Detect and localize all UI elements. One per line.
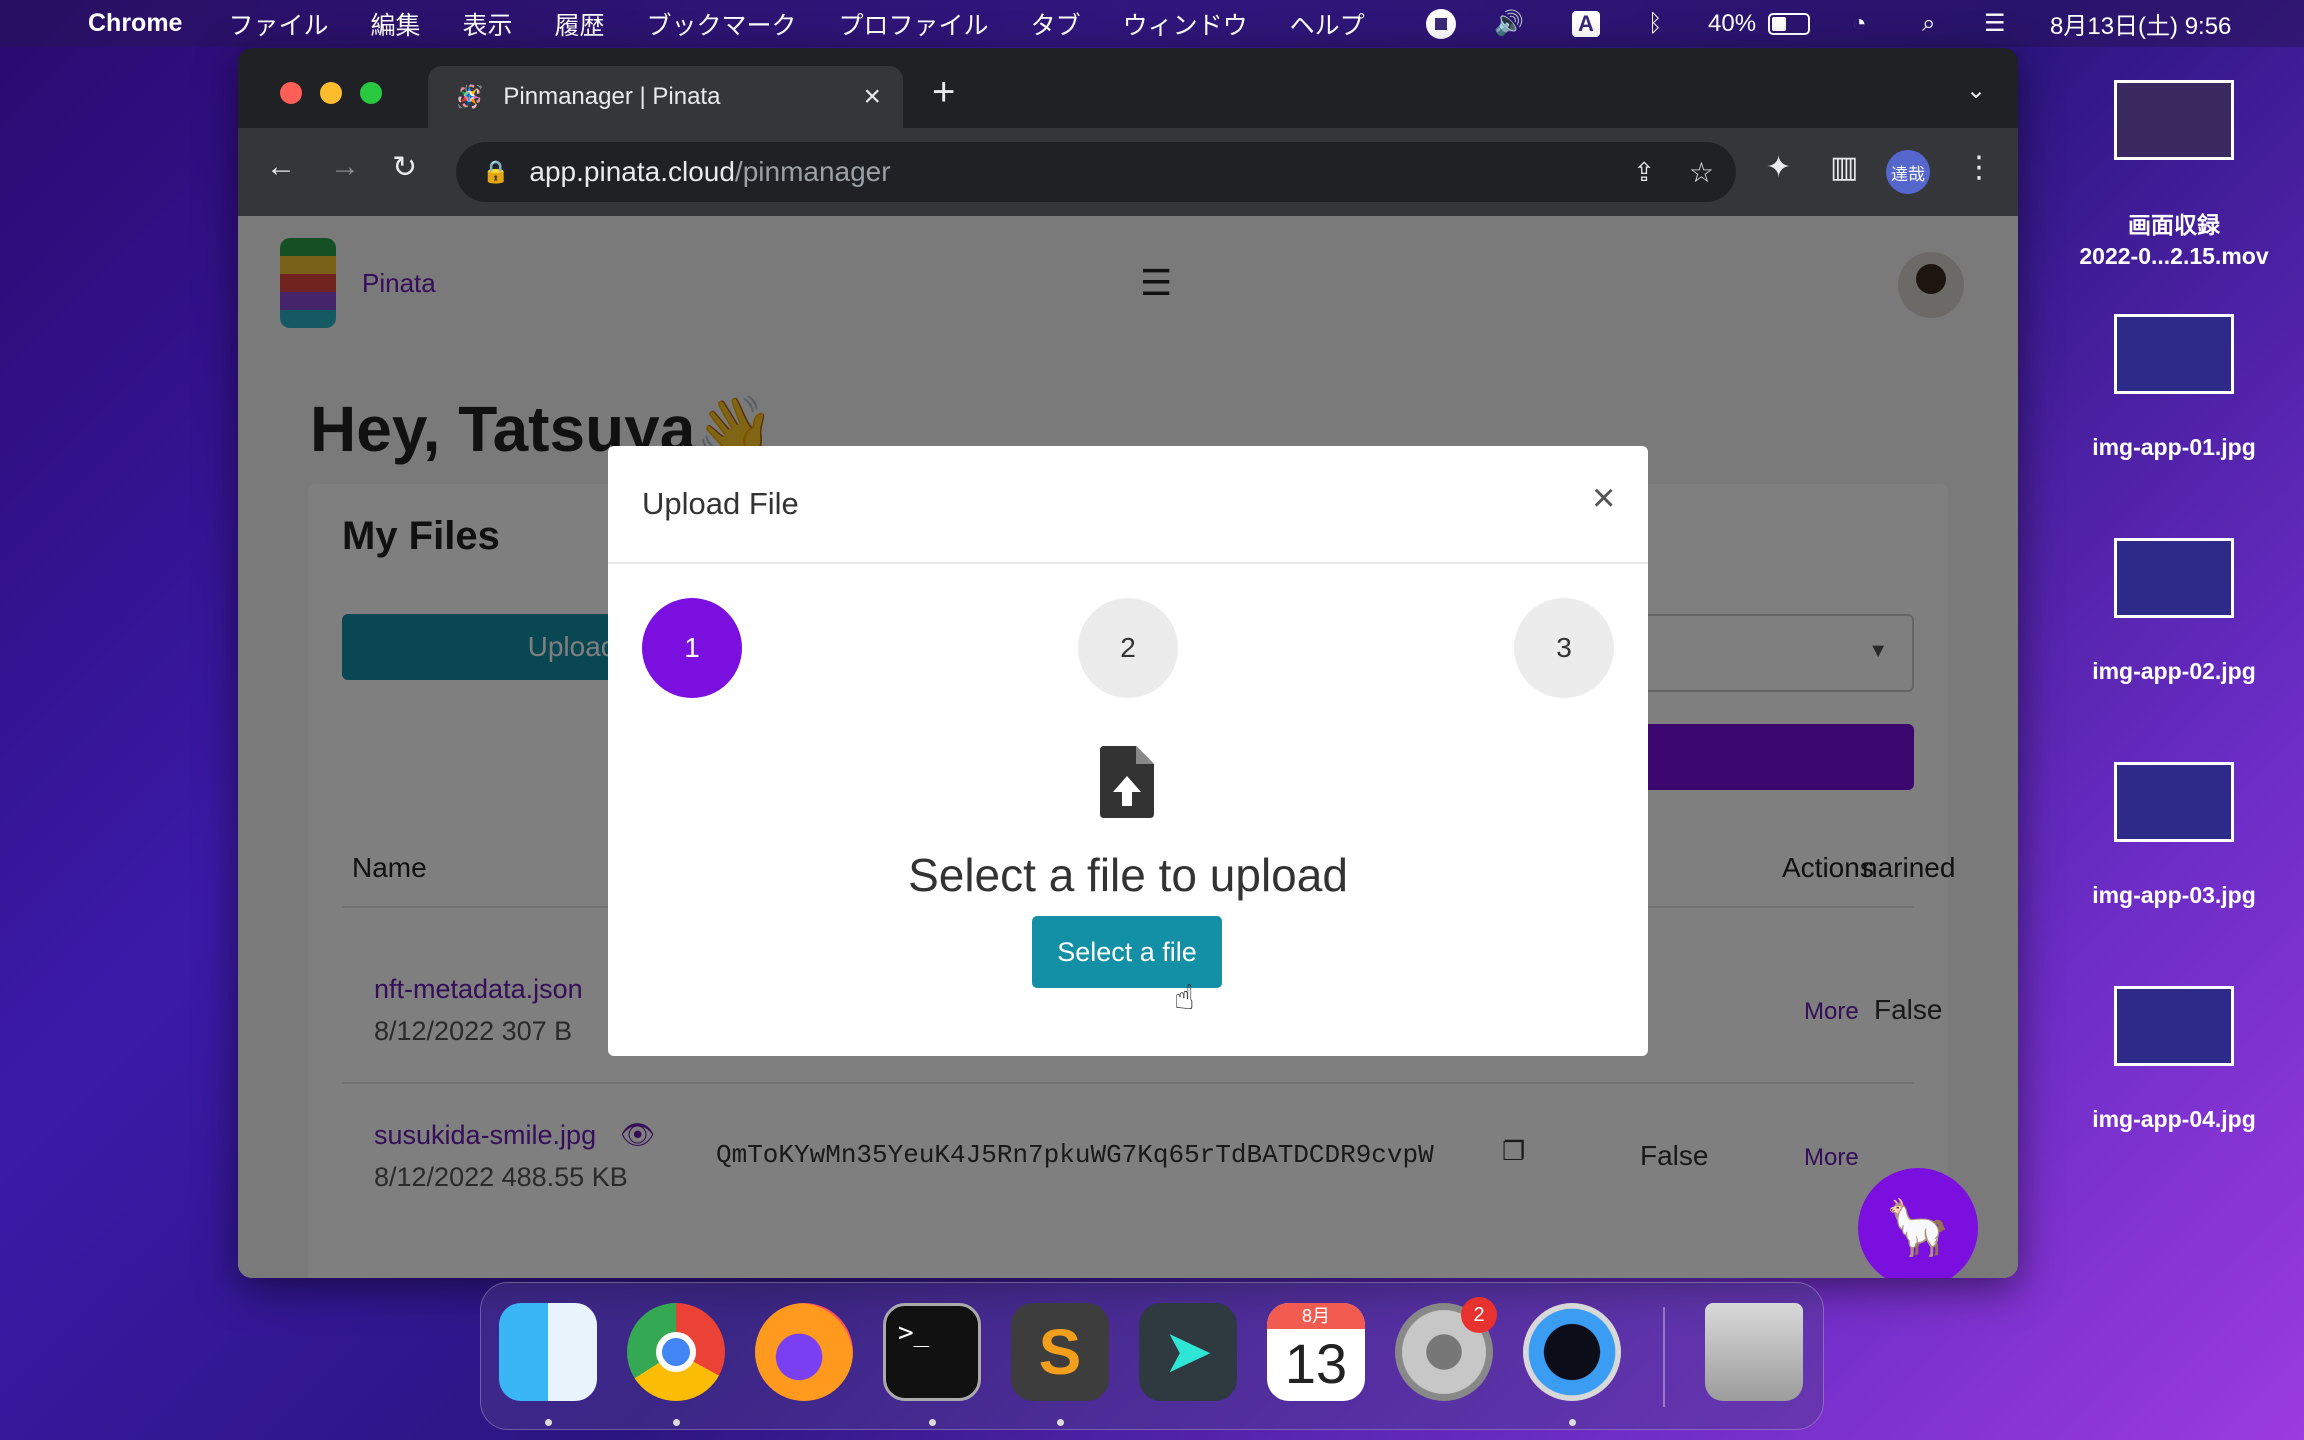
menu-file[interactable]: ファイル — [228, 6, 328, 42]
menu-window[interactable]: ウィンドウ — [1123, 6, 1248, 42]
desktop-file-label-01[interactable]: img-app-01.jpg — [2054, 434, 2294, 461]
desktop-file-label-04[interactable]: img-app-04.jpg — [2054, 1106, 2294, 1133]
chrome-menu-icon[interactable]: ⋮ — [1964, 150, 1994, 185]
modal-title: Upload File — [642, 486, 799, 521]
trash-icon[interactable] — [1705, 1303, 1803, 1401]
profile-avatar[interactable]: 達哉 — [1886, 150, 1930, 194]
desktop-file-thumbnail-04[interactable] — [2114, 986, 2234, 1066]
upload-file-modal: Upload File × 1 2 3 Select a file to upl… — [608, 446, 1648, 1056]
share-icon[interactable]: ⇪ — [1633, 157, 1655, 188]
bookmark-star-icon[interactable]: ☆ — [1689, 156, 1714, 189]
finder-icon[interactable] — [499, 1303, 597, 1401]
screen-record-icon[interactable] — [1426, 0, 1456, 47]
menu-help[interactable]: ヘルプ — [1290, 6, 1365, 42]
desktop-file-label-03[interactable]: img-app-03.jpg — [2054, 882, 2294, 909]
url-domain: app.pinata.cloud — [529, 156, 735, 187]
dock-divider — [1663, 1307, 1665, 1407]
calendar-icon[interactable]: 8月 13 — [1267, 1303, 1365, 1401]
modal-header-divider — [608, 562, 1648, 564]
desktop-file-thumbnail-01[interactable] — [2114, 314, 2234, 394]
quicktime-running-dot — [1569, 1419, 1576, 1426]
side-panel-icon[interactable]: ▥ — [1830, 150, 1858, 185]
minimize-window-button[interactable] — [320, 82, 342, 104]
step-indicator-2: 2 — [1078, 598, 1178, 698]
desktop-file-thumbnail-03[interactable] — [2114, 762, 2234, 842]
new-tab-icon[interactable]: + — [932, 70, 955, 115]
menu-clock[interactable]: 8月13日(土) 9:56 — [2050, 0, 2231, 47]
finder-running-dot — [545, 1419, 552, 1426]
firefox-icon[interactable] — [755, 1303, 853, 1401]
tab-close-icon[interactable]: × — [863, 80, 881, 114]
terminal-running-dot — [929, 1419, 936, 1426]
menu-edit[interactable]: 編集 — [370, 6, 420, 42]
file-upload-icon — [1100, 746, 1154, 818]
prompt-app-icon[interactable]: ➤ — [1139, 1303, 1237, 1401]
browser-toolbar: ← → ↻ 🔒 app.pinata.cloud/pinmanager ⇪ ☆ … — [238, 128, 2018, 216]
battery-percent: 40% — [1708, 9, 1757, 37]
chrome-icon[interactable] — [627, 1303, 725, 1401]
pinata-favicon: 🪅 — [456, 84, 484, 109]
menu-history[interactable]: 履歴 — [555, 6, 605, 42]
volume-icon[interactable]: 🔊 — [1494, 0, 1524, 47]
chrome-running-dot — [673, 1419, 680, 1426]
upload-prompt: Select a file to upload — [908, 849, 1348, 901]
tab-title: Pinmanager | Pinata — [503, 83, 721, 110]
calendar-day: 13 — [1284, 1332, 1348, 1395]
llama-icon: 🦙 — [1884, 1197, 1952, 1258]
desktop-file-label-mov[interactable]: 画面収録 2022-0...2.15.mov — [2054, 210, 2294, 272]
notification-badge: 2 — [1461, 1297, 1497, 1333]
step-indicator-1: 1 — [642, 598, 742, 698]
close-window-button[interactable] — [280, 82, 302, 104]
dock: >_ S ➤ 8月 13 2 — [480, 1282, 1824, 1430]
control-center-icon[interactable]: ☰ — [1984, 0, 2006, 47]
extensions-icon[interactable]: ✦ — [1766, 150, 1791, 185]
zoom-window-button[interactable] — [360, 82, 382, 104]
url-path: /pinmanager — [734, 156, 891, 187]
address-bar[interactable]: 🔒 app.pinata.cloud/pinmanager ⇪ ☆ — [456, 142, 1736, 202]
quicktime-icon[interactable] — [1523, 1303, 1621, 1401]
wifi-icon[interactable]: ◔ — [1852, 0, 1867, 47]
sublime-text-icon[interactable]: S — [1011, 1303, 1109, 1401]
lock-icon: 🔒 — [482, 159, 510, 184]
menu-bar: Chrome ファイル 編集 表示 履歴 ブックマーク プロファイル タブ ウィ… — [0, 0, 2304, 47]
forward-icon[interactable]: → — [330, 150, 360, 184]
desktop-file-thumbnail-02[interactable] — [2114, 538, 2234, 618]
browser-tab[interactable]: 🪅 Pinmanager | Pinata × — [428, 66, 903, 128]
menu-tab[interactable]: タブ — [1031, 6, 1081, 42]
input-source-label: A — [1572, 10, 1600, 37]
desktop-file-label-02[interactable]: img-app-02.jpg — [2054, 658, 2294, 685]
desktop-file-thumbnail-mov[interactable] — [2114, 80, 2234, 160]
calendar-month: 8月 — [1267, 1303, 1365, 1329]
pinata-chat-fab[interactable]: 🦙 — [1858, 1168, 1978, 1278]
terminal-icon[interactable]: >_ — [883, 1303, 981, 1401]
reload-icon[interactable]: ↻ — [392, 150, 417, 185]
spotlight-search-icon[interactable]: ⌕ — [1922, 0, 1935, 47]
browser-window: 🪅 Pinmanager | Pinata × + ⌄ ← → ↻ 🔒 app.… — [238, 48, 2018, 1278]
back-icon[interactable]: ← — [266, 150, 296, 184]
select-file-button-label: Select a file — [1057, 936, 1197, 967]
menu-view[interactable]: 表示 — [463, 6, 513, 42]
tab-search-chevron-icon[interactable]: ⌄ — [1966, 76, 1986, 105]
modal-close-icon[interactable]: × — [1592, 476, 1615, 521]
battery-icon[interactable] — [1768, 0, 1810, 47]
step-indicator-3: 3 — [1514, 598, 1614, 698]
bluetooth-icon[interactable]: ᛒ — [1648, 0, 1662, 47]
pointer-cursor-icon: ☝ — [1174, 979, 1195, 1017]
sublime-running-dot — [1057, 1419, 1064, 1426]
menu-bookmarks[interactable]: ブックマーク — [647, 6, 797, 42]
input-source-icon[interactable]: A — [1572, 0, 1600, 47]
menu-app-name[interactable]: Chrome — [88, 9, 182, 38]
web-page: Pinata ☰ Hey, Tatsuya👋 My Files Upload ▼… — [238, 216, 2018, 1278]
menu-profile[interactable]: プロファイル — [839, 6, 989, 42]
